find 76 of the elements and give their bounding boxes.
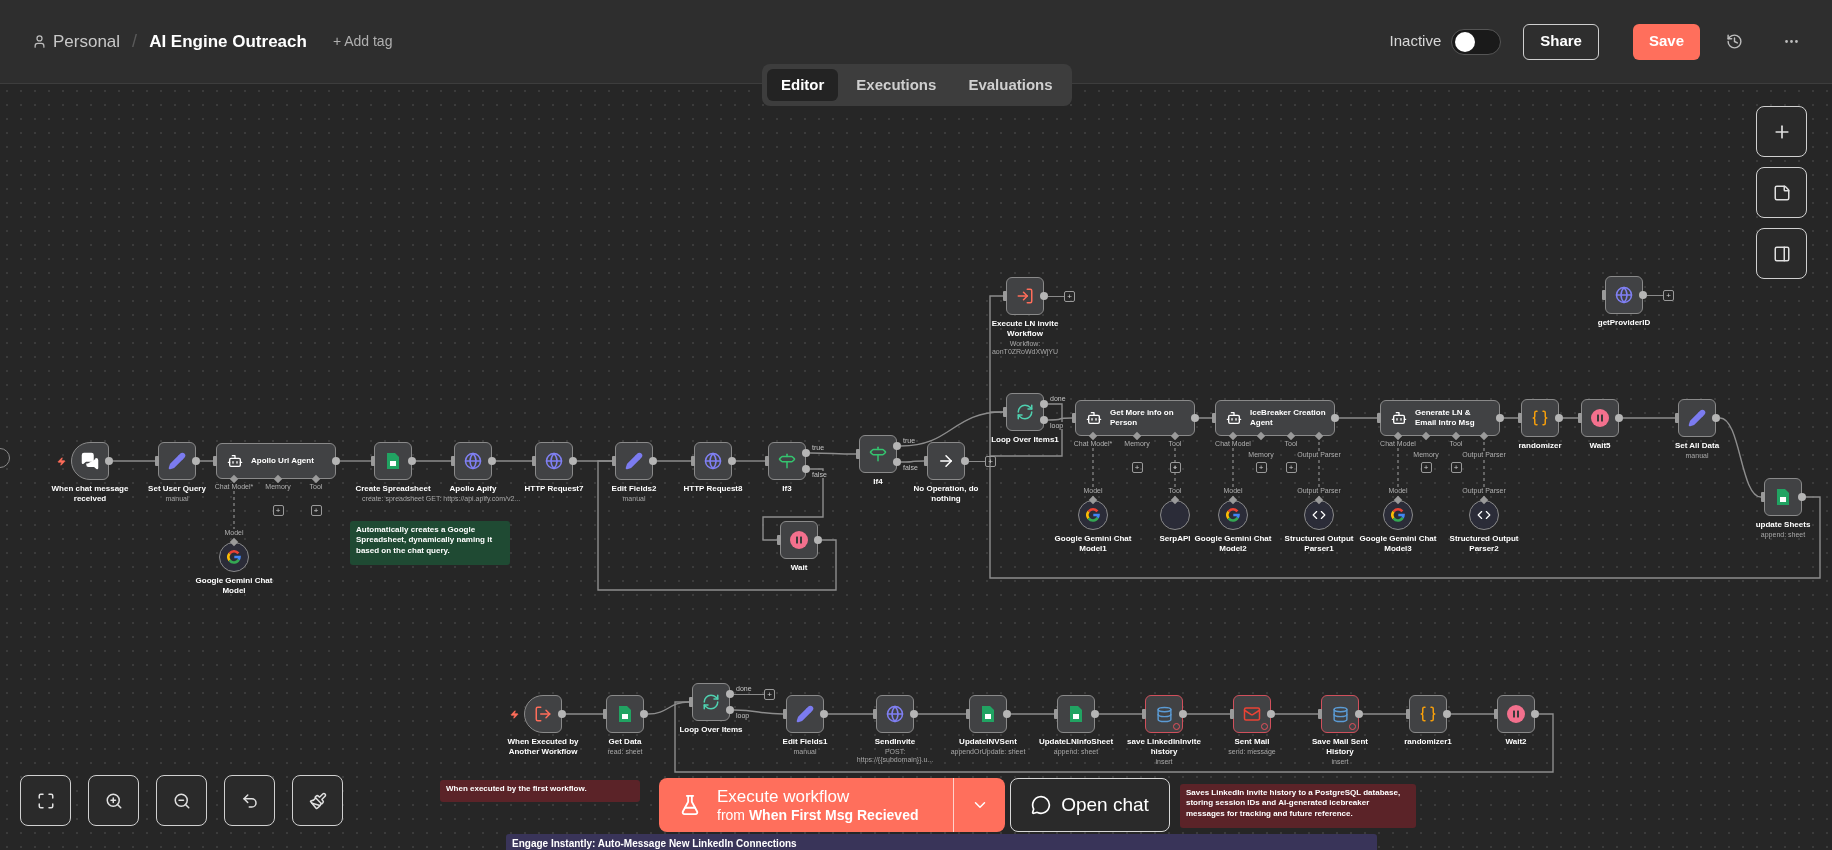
node-label: Apollo Url Agent [251,456,314,466]
view-tab[interactable]: Evaluations [954,69,1067,101]
share-button[interactable]: Share [1523,23,1599,60]
node-label: If3 [782,484,792,494]
node-label: randomizer [1518,441,1562,451]
node-label: Loop Over Items [679,725,743,735]
open-chat-button[interactable]: Open chat [1010,778,1170,832]
node-label: Structured Output Parser2 [1448,534,1520,554]
note-text: When executed by the first workflow. [446,784,588,795]
node-label: Wait2 [1505,737,1527,747]
node-label: Get More info on Person [1110,408,1175,428]
project-link[interactable]: Personal [53,28,121,55]
note-text: Engage Instantly: Auto-Message New LinkedIn Connections [512,838,798,850]
add-node-button[interactable]: + [1169,462,1181,473]
node-label: Wait5 [1589,441,1611,451]
sticky-note[interactable]: Automatically creates a Google Spreadsheet, dynamically naming it based on the chat query. [350,521,510,565]
node-label: When chat message received [50,484,130,504]
add-node-button[interactable]: + [1450,462,1462,473]
workflow-name[interactable]: AI Engine Outreach [149,28,307,55]
view-tab[interactable]: Editor [767,69,839,101]
add-node-button[interactable]: + [764,689,775,700]
agent-node[interactable]: Apollo Url Agent [216,443,336,479]
node-label: update Sheets [1755,520,1811,530]
add-tag-button[interactable]: + Add tag [332,31,393,52]
node-label: Sent Mail [1234,737,1270,747]
add-node-button[interactable]: + [310,505,322,516]
add-node-button[interactable]: + [272,505,284,516]
node-label: Set User Query [148,484,206,494]
sticky-note[interactable]: When executed by the first workflow. [440,780,640,802]
node-label: Google Gemini Chat Model2 [1193,534,1273,554]
node-label: When Executed by Another Workflow [506,737,580,757]
node-label: Save Mail Sent History [1311,737,1369,757]
node-label: HTTP Request7 [524,484,584,494]
node-label: Execute LN invite Workflow [990,319,1060,339]
view-tab[interactable]: Executions [842,69,951,101]
agent-node[interactable]: IceBreaker Creation Agent [1215,400,1335,436]
add-node-button[interactable]: + [1420,462,1432,473]
node-label: Generate LN & Email Intro Msg [1415,408,1476,428]
node-label: HTTP Request8 [683,484,743,494]
node-label: save LinkedinInvite history [1126,737,1202,757]
node-label: SerpAPI [1159,534,1191,544]
node-label: getProviderID [1597,318,1651,328]
node-label: If4 [873,477,883,487]
node-label: SendInvite [874,737,916,747]
agent-node[interactable]: Get More info on Person [1075,400,1195,436]
execute-subtitle: from When First Msg Recieved [717,806,919,825]
node-label: Edit Fields2 [611,484,657,494]
node-label: IceBreaker Creation Agent [1250,408,1327,428]
node-label: UpdateINVSent [959,737,1017,747]
add-node-button[interactable]: + [1285,462,1297,473]
sticky-note[interactable]: Saves LinkedIn Invite history to a PostgreSQL database, storing session IDs and AI-generated icebreaker messages for tracking and future reference. [1180,784,1416,828]
node-label: Set All Data [1674,441,1720,451]
execute-title: Execute workflow [717,785,851,807]
node-label: randomizer1 [1404,737,1452,747]
agent-node[interactable]: Generate LN & Email Intro Msg [1380,400,1500,436]
note-text: Automatically creates a Google Spreadsheet, dynamically naming it based on the chat query. [356,525,494,557]
add-node-button[interactable]: + [1663,290,1674,301]
add-node-button[interactable]: + [1255,462,1267,473]
node-label: No Operation, do nothing [912,484,980,504]
breadcrumb-separator: / [132,30,138,53]
node-label: Apollo Apify [449,484,497,494]
sticky-note[interactable]: Engage Instantly: Auto-Message New LinkedIn Connections [506,834,1377,850]
note-text: Saves LinkedIn Invite history to a PostgreSQL database, storing session IDs and AI-generated icebreaker messages for tracking and future reference. [1186,788,1402,820]
node-label: Google Gemini Chat Model1 [1053,534,1133,554]
node-label: Get Data [608,737,642,747]
node-label: Loop Over Items1 [991,435,1059,445]
add-node-button[interactable]: + [1131,462,1143,473]
node-label: Edit Fields1 [782,737,828,747]
node-label: Google Gemini Chat Model [194,576,274,596]
node-label: Wait [790,563,808,573]
node-label: Create Spreadsheet [355,484,431,494]
node-label: Google Gemini Chat Model3 [1358,534,1438,554]
node-label: UpdateLNInfoSheet [1038,737,1114,747]
status-label: Inactive [1389,31,1442,52]
node-label: Structured Output Parser1 [1283,534,1355,554]
add-node-button[interactable]: + [1064,291,1075,302]
